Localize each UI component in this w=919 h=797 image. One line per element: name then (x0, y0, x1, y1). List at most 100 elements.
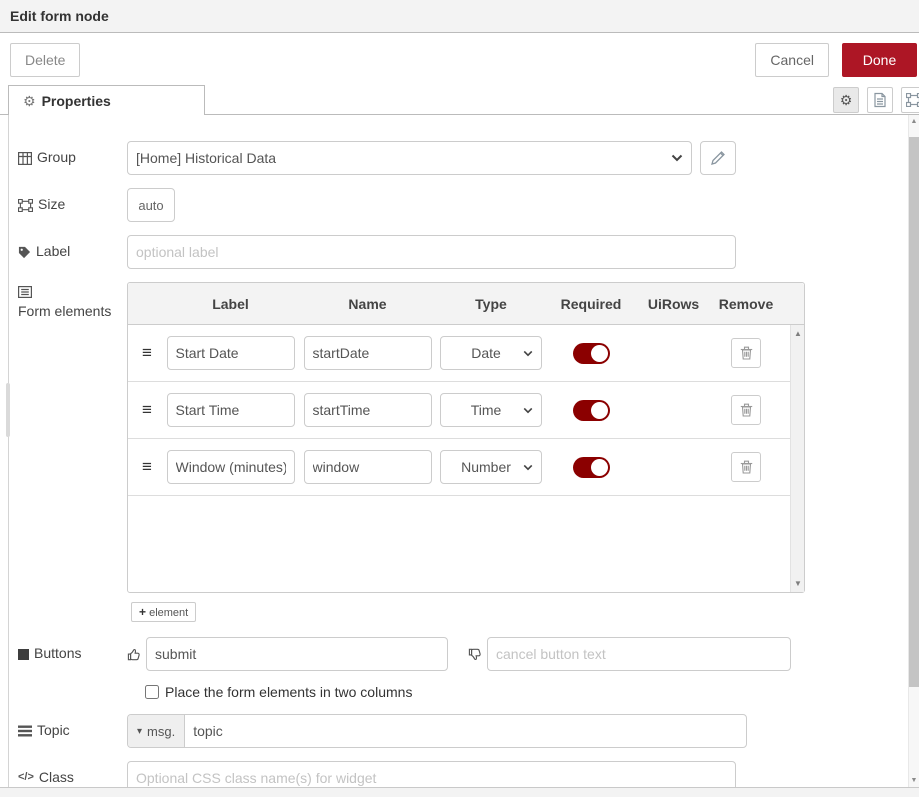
label-row: Label (18, 235, 919, 269)
required-toggle[interactable] (573, 343, 610, 364)
caret-down-icon: ▾ (137, 726, 142, 737)
cancel-button-text-input[interactable] (487, 637, 791, 671)
drag-handle-icon[interactable]: ≡ (132, 343, 162, 363)
description-view-button[interactable] (867, 87, 893, 113)
form-elements-table: Label Name Type Required UiRows Remove ≡ (127, 282, 805, 593)
size-button[interactable]: auto (127, 188, 175, 222)
trash-icon (740, 460, 753, 474)
label-input[interactable] (127, 235, 736, 269)
thumbs-up-icon (127, 647, 142, 662)
toggle-knob (591, 345, 608, 362)
drag-handle-icon[interactable]: ≡ (132, 457, 162, 477)
dialog-title: Edit form node (10, 8, 109, 24)
column-header-label: Label (162, 296, 299, 312)
tab-properties[interactable]: ⚙ Properties (8, 85, 205, 115)
dialog-footer-edge (0, 787, 919, 797)
buttons-label: Buttons (18, 645, 127, 663)
element-label-input[interactable] (167, 393, 295, 427)
appearance-view-button[interactable] (901, 87, 919, 113)
chevron-down-icon (523, 464, 533, 471)
submit-button-text-input[interactable] (146, 637, 448, 671)
chevron-down-icon (523, 350, 533, 357)
tabbar-buttons: ⚙ (833, 87, 919, 113)
object-group-icon (906, 93, 919, 107)
element-name-input[interactable] (304, 450, 432, 484)
table-icon (18, 152, 32, 165)
column-header-required: Required (546, 296, 636, 312)
group-label: Group (18, 149, 127, 167)
properties-view-button[interactable]: ⚙ (833, 87, 859, 113)
size-label: Size (18, 196, 127, 214)
topic-row: Topic ▾ msg. topic (18, 714, 919, 748)
remove-element-button[interactable] (731, 395, 761, 425)
group-row: Group [Home] Historical Data (18, 141, 919, 175)
required-toggle[interactable] (573, 457, 610, 478)
scroll-down-arrow[interactable]: ▼ (791, 579, 804, 588)
list-alt-icon (18, 286, 32, 298)
object-group-icon (18, 199, 33, 212)
done-button[interactable]: Done (842, 43, 917, 77)
topic-type-label: msg. (147, 724, 175, 739)
topic-value-input[interactable]: topic (185, 715, 746, 747)
class-label: </> Class (18, 769, 127, 787)
two-columns-checkbox[interactable] (145, 685, 159, 699)
element-type-select[interactable]: Date (440, 336, 542, 370)
page-scrollbar: ▲ ▼ (908, 115, 919, 787)
dialog-title-bar: Edit form node (0, 0, 919, 33)
square-icon (18, 649, 29, 660)
add-element-button[interactable]: + element (131, 602, 196, 622)
delete-button[interactable]: Delete (10, 43, 80, 77)
column-header-name: Name (299, 296, 436, 312)
scroll-down-arrow[interactable]: ▼ (909, 777, 919, 784)
edit-group-button[interactable] (700, 141, 736, 175)
trash-icon (740, 346, 753, 360)
toggle-knob (591, 459, 608, 476)
document-icon (873, 92, 887, 108)
element-name-input[interactable] (304, 393, 432, 427)
tasks-icon (18, 725, 32, 737)
remove-element-button[interactable] (731, 452, 761, 482)
form-elements-label: Form elements (18, 282, 127, 321)
properties-panel: Group [Home] Historical Data (0, 115, 919, 787)
topic-typed-input: ▾ msg. topic (127, 714, 747, 748)
column-header-uirows: UiRows (636, 296, 711, 312)
column-header-remove: Remove (711, 296, 781, 312)
buttons-row: Buttons (18, 637, 919, 671)
two-columns-label[interactable]: Place the form elements in two columns (165, 684, 412, 700)
group-select-value: [Home] Historical Data (136, 150, 671, 166)
thumbs-down-icon (468, 647, 483, 662)
form-elements-row: Form elements Label Name Type Required U… (18, 282, 919, 622)
page-scrollbar-thumb[interactable] (909, 137, 919, 687)
pencil-icon (711, 151, 725, 165)
edit-form-node-dialog: Edit form node Delete Cancel Done ⚙ Prop… (0, 0, 919, 797)
element-type-select[interactable]: Time (440, 393, 542, 427)
column-header-type: Type (436, 296, 546, 312)
tab-properties-label: Properties (42, 93, 111, 109)
table-scrollbar: ▲ ▼ (790, 325, 804, 592)
scroll-up-arrow[interactable]: ▲ (791, 329, 804, 338)
element-type-select[interactable]: Number (440, 450, 542, 484)
topic-type-button[interactable]: ▾ msg. (128, 715, 185, 747)
topic-label: Topic (18, 722, 127, 740)
tag-icon (18, 246, 31, 259)
panel-left-border (8, 115, 9, 787)
gear-icon: ⚙ (23, 94, 36, 108)
gear-icon: ⚙ (840, 93, 853, 107)
group-select[interactable]: [Home] Historical Data (127, 141, 692, 175)
scroll-up-arrow[interactable]: ▲ (909, 118, 919, 125)
drag-handle-icon[interactable]: ≡ (132, 400, 162, 420)
chevron-down-icon (671, 154, 683, 162)
form-element-row: ≡ Number (128, 439, 790, 496)
element-label-input[interactable] (167, 450, 295, 484)
code-icon: </> (18, 771, 34, 785)
form-element-row: ≡ Date (128, 325, 790, 382)
trash-icon (740, 403, 753, 417)
cancel-button[interactable]: Cancel (755, 43, 829, 77)
required-toggle[interactable] (573, 400, 610, 421)
element-name-input[interactable] (304, 336, 432, 370)
label-label: Label (18, 243, 127, 261)
remove-element-button[interactable] (731, 338, 761, 368)
form-elements-table-body: ≡ Date (128, 325, 804, 592)
panel-resize-handle[interactable] (6, 383, 10, 437)
element-label-input[interactable] (167, 336, 295, 370)
